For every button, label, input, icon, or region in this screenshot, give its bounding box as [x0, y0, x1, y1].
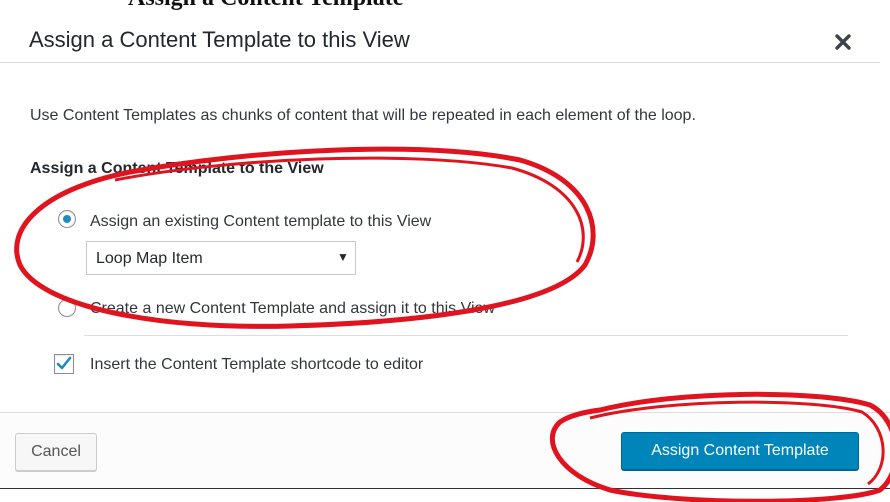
insert-shortcode-label[interactable]: Insert the Content Template shortcode to… — [90, 356, 423, 374]
close-button[interactable] — [829, 28, 857, 56]
radio-selected-dot — [63, 215, 71, 223]
option-existing-template-label[interactable]: Assign an existing Content template to t… — [90, 213, 431, 231]
cancel-button[interactable]: Cancel — [15, 433, 97, 471]
dialog-footer: Cancel Assign Content Template — [0, 412, 890, 489]
dialog-title: Assign a Content Template to this View — [29, 27, 410, 52]
checkmark-icon — [56, 356, 72, 370]
options-divider — [84, 335, 848, 336]
template-select[interactable]: Loop Map Item ▼ — [86, 241, 356, 275]
insert-shortcode-checkbox[interactable] — [54, 354, 74, 374]
radio-existing-template[interactable] — [58, 210, 76, 228]
bottom-strip — [0, 488, 890, 502]
chevron-down-icon: ▼ — [337, 250, 349, 264]
bottom-edge-line — [0, 488, 890, 489]
radio-new-template[interactable] — [58, 299, 76, 317]
option-new-template-label[interactable]: Create a new Content Template and assign… — [90, 300, 495, 318]
assign-content-template-dialog: Assign a Content Template to this View U… — [0, 0, 890, 502]
template-select-value: Loop Map Item — [96, 250, 203, 267]
dialog-description: Use Content Templates as chunks of conte… — [30, 107, 696, 124]
section-heading: Assign a Content Template to the View — [30, 160, 324, 177]
close-icon — [835, 34, 851, 50]
dialog-header: Assign a Content Template to this View — [0, 10, 880, 63]
assign-content-template-button[interactable]: Assign Content Template — [621, 432, 859, 470]
